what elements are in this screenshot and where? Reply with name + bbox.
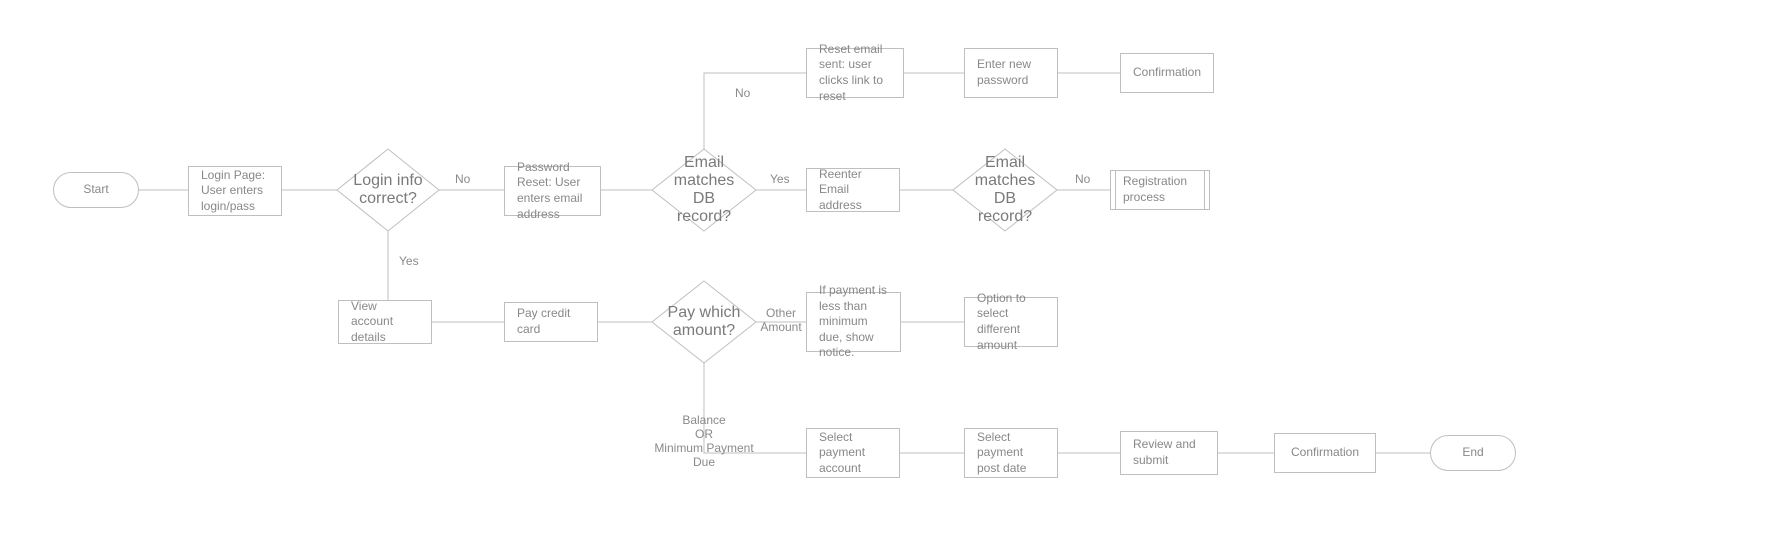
enter-new-password-process: Enter new password [964, 48, 1058, 98]
reset-email-label: Reset email sent: user clicks link to re… [819, 42, 891, 104]
view-account-process: View account details [338, 300, 432, 344]
edge-no-3: No [1075, 172, 1090, 186]
enter-new-password-label: Enter new password [977, 57, 1045, 88]
reenter-email-label: Reenter Email address [819, 167, 887, 214]
edge-yes-2: Yes [770, 172, 790, 186]
edge-other-amount: Other Amount [756, 306, 806, 334]
select-payment-account-process: Select payment account [806, 428, 900, 478]
review-submit-label: Review and submit [1133, 437, 1205, 468]
select-post-date-process: Select payment post date [964, 428, 1058, 478]
flowchart-canvas: Start Login Page: User enters login/pass… [0, 0, 1775, 550]
select-post-date-label: Select payment post date [977, 430, 1045, 477]
payment-notice-process: If payment is less than minimum due, sho… [806, 292, 901, 352]
confirmation-2-process: Confirmation [1274, 433, 1376, 473]
pay-which-label: Pay which amount? [652, 281, 756, 363]
email-match-2-label: Email matches DB record? [953, 149, 1057, 231]
end-terminator: End [1430, 435, 1516, 471]
select-payment-account-label: Select payment account [819, 430, 887, 477]
login-page-label: Login Page: User enters login/pass [201, 168, 269, 215]
pay-credit-card-process: Pay credit card [504, 302, 598, 342]
edge-no-1: No [455, 172, 470, 186]
view-account-label: View account details [351, 299, 419, 346]
start-label: Start [83, 182, 108, 198]
reset-email-process: Reset email sent: user clicks link to re… [806, 48, 904, 98]
email-match-2-decision: Email matches DB record? [953, 149, 1057, 231]
confirmation-1-label: Confirmation [1133, 65, 1201, 81]
email-match-1-label: Email matches DB record? [652, 149, 756, 231]
password-reset-label: Password Reset: User enters email addres… [517, 160, 588, 222]
edge-no-2: No [735, 86, 750, 100]
option-different-amount-process: Option to select different amount [964, 297, 1058, 347]
password-reset-process: Password Reset: User enters email addres… [504, 166, 601, 216]
edge-balance-min: Balance OR Minimum Payment Due [649, 413, 759, 469]
payment-notice-label: If payment is less than minimum due, sho… [819, 283, 888, 361]
pay-credit-card-label: Pay credit card [517, 306, 585, 337]
option-different-amount-label: Option to select different amount [977, 291, 1045, 353]
review-submit-process: Review and submit [1120, 431, 1218, 475]
edge-yes-1: Yes [399, 254, 419, 268]
login-correct-label: Login info correct? [337, 149, 439, 231]
end-label: End [1462, 445, 1483, 461]
login-page-process: Login Page: User enters login/pass [188, 166, 282, 216]
email-match-1-decision: Email matches DB record? [652, 149, 756, 231]
confirmation-1-process: Confirmation [1120, 53, 1214, 93]
confirmation-2-label: Confirmation [1291, 445, 1359, 461]
login-correct-decision: Login info correct? [337, 149, 439, 231]
reenter-email-process: Reenter Email address [806, 168, 900, 212]
start-terminator: Start [53, 172, 139, 208]
registration-label: Registration process [1111, 174, 1209, 205]
pay-which-decision: Pay which amount? [652, 281, 756, 363]
registration-predefined-process: Registration process [1110, 170, 1210, 210]
